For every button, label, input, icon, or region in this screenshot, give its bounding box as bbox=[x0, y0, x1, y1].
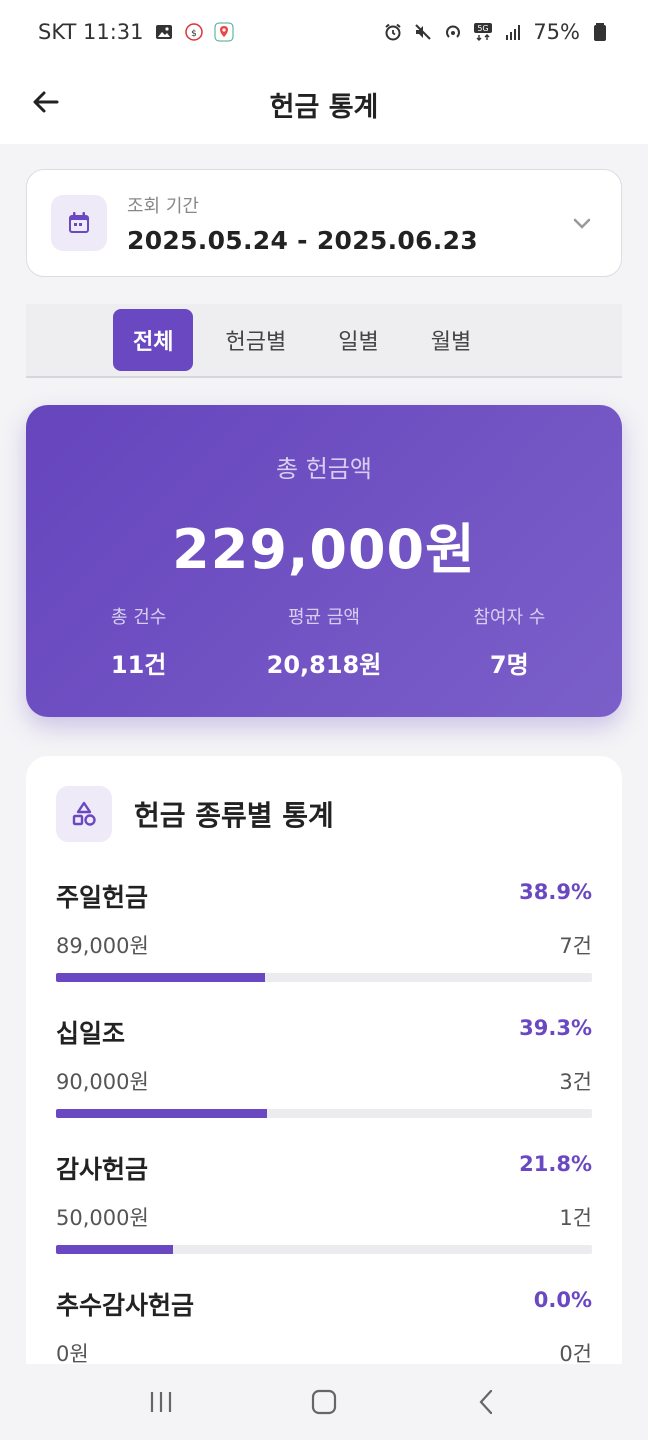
maps-icon bbox=[214, 22, 234, 42]
chevron-left-icon bbox=[479, 1389, 492, 1415]
offering-name: 추수감사헌금 bbox=[56, 1291, 195, 1320]
stat-value: 7명 bbox=[489, 651, 529, 679]
period-label: 조회 기간 bbox=[127, 195, 199, 217]
list-item: 주일헌금 38.9% 89,000원 7건 bbox=[56, 878, 592, 998]
progress-fill bbox=[56, 1245, 173, 1254]
stat-label: 평균 금액 bbox=[288, 607, 360, 628]
offering-amount: 50,000원 bbox=[56, 1206, 149, 1230]
offering-name: 감사헌금 bbox=[56, 1155, 149, 1184]
offering-count: 1건 bbox=[559, 1206, 592, 1230]
mute-icon bbox=[413, 22, 433, 42]
recent-apps-icon bbox=[151, 1392, 172, 1412]
period-value: 2025.05.24 - 2025.06.23 bbox=[127, 225, 478, 255]
system-nav-bar bbox=[0, 1364, 648, 1440]
offering-count: 7건 bbox=[559, 934, 592, 958]
type-stats-card: 헌금 종류별 통계 주일헌금 38.9% 89,000원 7건 십일조 39.3… bbox=[26, 756, 622, 1440]
offering-amount: 89,000원 bbox=[56, 934, 149, 958]
tab-bar: 전체 헌금별 일별 월별 bbox=[26, 304, 622, 378]
system-back-button[interactable] bbox=[457, 1372, 517, 1432]
offering-percent: 38.9% bbox=[519, 880, 592, 904]
signal-icon bbox=[503, 22, 523, 42]
progress-fill bbox=[56, 973, 265, 982]
stat-label: 참여자 수 bbox=[473, 607, 546, 628]
stat-label: 총 건수 bbox=[110, 607, 167, 628]
progress-bar bbox=[56, 973, 592, 982]
svg-text:$: $ bbox=[191, 29, 197, 39]
stat-average-amount: 평균 금액 20,818원 bbox=[234, 603, 414, 680]
page-title: 헌금 통계 bbox=[269, 91, 379, 123]
tab-all[interactable]: 전체 bbox=[113, 309, 194, 371]
offering-percent: 39.3% bbox=[519, 1016, 592, 1040]
app-notification-icon: $ bbox=[184, 22, 204, 42]
tab-monthly[interactable]: 월별 bbox=[411, 309, 491, 371]
offering-amount: 90,000원 bbox=[56, 1070, 149, 1094]
progress-fill bbox=[56, 1109, 267, 1118]
app-header: 헌금 통계 bbox=[0, 64, 648, 144]
offering-count: 3건 bbox=[559, 1070, 592, 1094]
stat-participants: 참여자 수 7명 bbox=[419, 603, 599, 680]
tab-by-offering[interactable]: 헌금별 bbox=[205, 309, 306, 371]
battery-icon bbox=[590, 22, 610, 42]
list-item: 십일조 39.3% 90,000원 3건 bbox=[56, 1014, 592, 1134]
arrow-left-icon bbox=[33, 91, 59, 113]
offering-percent: 21.8% bbox=[519, 1152, 592, 1176]
shapes-icon bbox=[56, 786, 112, 842]
progress-bar bbox=[56, 1109, 592, 1118]
offering-name: 십일조 bbox=[56, 1019, 126, 1048]
svg-text:5G: 5G bbox=[478, 24, 489, 33]
chevron-down-icon bbox=[567, 208, 597, 238]
5g-icon: 5G bbox=[473, 22, 493, 42]
battery-percent: 75% bbox=[533, 20, 580, 44]
recent-apps-button[interactable] bbox=[131, 1372, 191, 1432]
type-stats-title: 헌금 종류별 통계 bbox=[134, 799, 334, 832]
back-button[interactable] bbox=[26, 82, 66, 122]
total-amount-value: 229,000원 bbox=[172, 518, 476, 581]
stat-value: 11건 bbox=[110, 651, 167, 679]
gallery-icon bbox=[154, 22, 174, 42]
list-item: 감사헌금 21.8% 50,000원 1건 bbox=[56, 1150, 592, 1270]
stat-total-count: 총 건수 11건 bbox=[49, 603, 229, 680]
home-icon bbox=[311, 1389, 337, 1415]
total-amount-label: 총 헌금액 bbox=[276, 455, 372, 483]
status-time: SKT 11:31 bbox=[38, 20, 144, 44]
offering-percent: 0.0% bbox=[533, 1288, 592, 1312]
calendar-icon bbox=[51, 195, 107, 251]
period-selector[interactable]: 조회 기간 2025.05.24 - 2025.06.23 bbox=[26, 169, 622, 277]
hotspot-icon bbox=[443, 22, 463, 42]
summary-card: 총 헌금액 229,000원 총 건수 11건 평균 금액 20,818원 참여… bbox=[26, 405, 622, 717]
home-button[interactable] bbox=[294, 1372, 354, 1432]
offering-name: 주일헌금 bbox=[56, 883, 149, 912]
stat-value: 20,818원 bbox=[266, 651, 382, 679]
alarm-icon bbox=[383, 22, 403, 42]
status-bar: SKT 11:31 $ 5G 75% bbox=[0, 0, 648, 64]
progress-bar bbox=[56, 1245, 592, 1254]
tab-daily[interactable]: 일별 bbox=[318, 309, 398, 371]
